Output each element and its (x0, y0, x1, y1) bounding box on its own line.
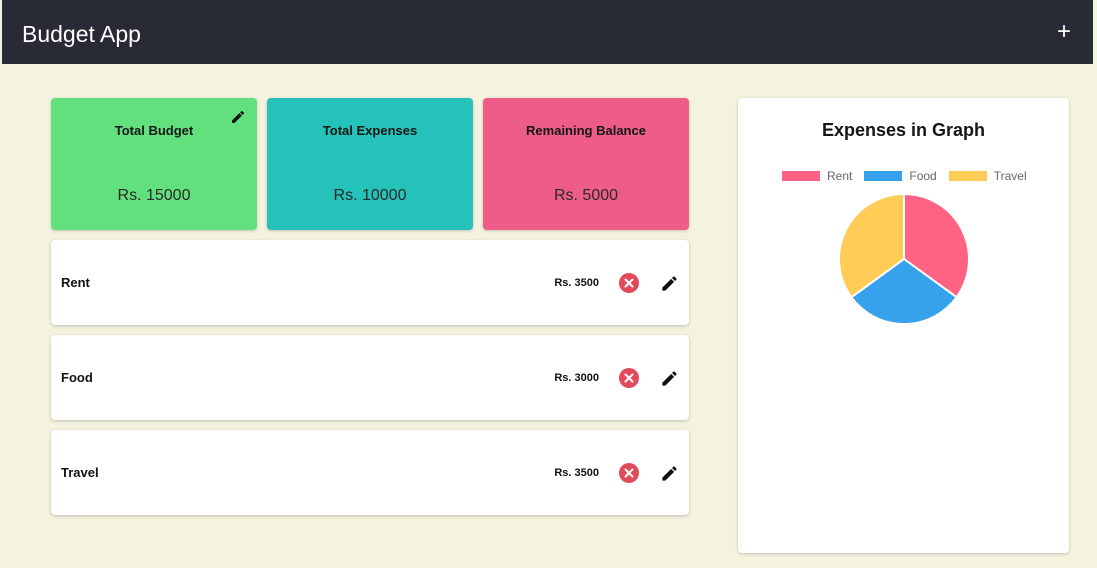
expense-row-food: Food Rs. 3000 (51, 335, 689, 420)
legend-item[interactable]: Food (864, 169, 937, 183)
edit-budget-pencil-icon[interactable] (230, 109, 246, 125)
legend-label: Rent (827, 169, 853, 183)
legend-label: Food (909, 169, 937, 183)
edit-pencil-icon[interactable] (660, 369, 679, 388)
legend-swatch (864, 171, 903, 181)
legend-swatch (782, 171, 820, 181)
legend-item[interactable]: Rent (782, 169, 852, 183)
delete-close-icon[interactable] (619, 463, 639, 483)
card-value: Rs. 15000 (117, 187, 191, 204)
expense-row-travel: Travel Rs. 3500 (51, 430, 689, 515)
total-budget-card: Total Budget Rs. 15000 (51, 98, 257, 230)
expense-name: Food (61, 370, 93, 385)
graph-title: Expenses in Graph (821, 120, 986, 140)
card-title: Remaining Balance (526, 123, 646, 138)
card-title: Total Expenses (322, 123, 418, 138)
delete-close-icon[interactable] (619, 273, 639, 293)
edit-pencil-icon[interactable] (660, 464, 679, 483)
expenses-pie-chart (838, 193, 970, 325)
legend-swatch (948, 171, 987, 181)
chart-legend: Rent Food Travel (782, 168, 1039, 184)
expense-name: Rent (61, 275, 90, 290)
edit-pencil-icon[interactable] (660, 274, 679, 293)
legend-item[interactable]: Travel (948, 169, 1027, 183)
remaining-balance-card: Remaining Balance Rs. 5000 (483, 98, 689, 230)
card-title: Total Budget (114, 123, 194, 138)
total-expenses-card: Total Expenses Rs. 10000 (267, 98, 473, 230)
expense-amount: Rs. 3500 (554, 277, 599, 289)
top-navbar: Budget App + (2, 0, 1093, 64)
app-title: Budget App (22, 21, 141, 47)
expense-amount: Rs. 3000 (554, 372, 599, 384)
expenses-graph-panel: Expenses in Graph Rent Food Travel (738, 98, 1069, 553)
expense-name: Travel (61, 465, 99, 480)
card-value: Rs. 10000 (333, 187, 407, 204)
legend-label: Travel (993, 169, 1027, 183)
add-expense-button[interactable]: + (1053, 20, 1075, 44)
delete-close-icon[interactable] (619, 368, 639, 388)
card-value: Rs. 5000 (553, 187, 619, 204)
expense-row-rent: Rent Rs. 3500 (51, 240, 689, 325)
expense-amount: Rs. 3500 (554, 467, 599, 479)
